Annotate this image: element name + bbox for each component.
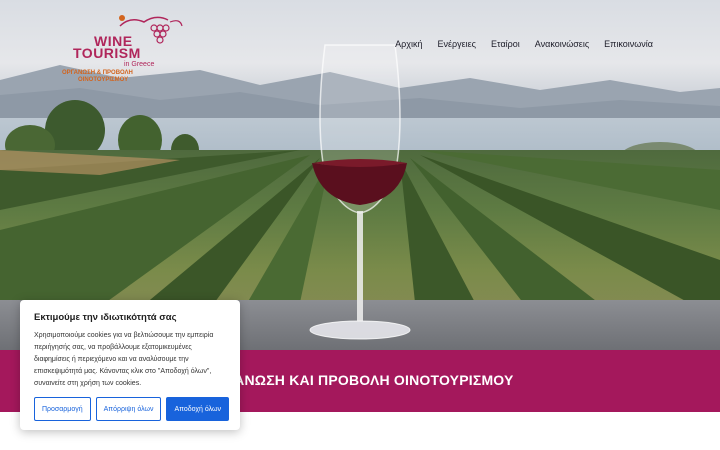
cookie-title: Εκτιμούμε την ιδιωτικότητά σας [34, 312, 177, 323]
nav-item-contact[interactable]: Επικοινωνία [604, 39, 653, 49]
reject-all-button[interactable]: Απόρριψη όλων [95, 397, 162, 421]
logo-in-greece-text: in Greece [124, 61, 155, 68]
cookie-consent-dialog: Εκτιμούμε την ιδιωτικότητά σας Χρησιμοπο… [20, 300, 240, 430]
nav-item-home[interactable]: Αρχική [395, 39, 422, 49]
wine-glass [309, 44, 411, 340]
cookie-buttons: Προσαρμογή Απόρριψη όλων Αποδοχή όλων [34, 397, 229, 421]
logo-subtitle-line1: ΟΡΓΑΝΩΣΗ & ΠΡΟΒΟΛΗ [62, 70, 133, 76]
cookie-description: Χρησιμοποιούμε cookies για να βελτιώσουμ… [34, 332, 214, 387]
logo-tourism-text: TOURISM [73, 45, 141, 61]
customize-button[interactable]: Προσαρμογή [34, 397, 91, 421]
nav-item-announcements[interactable]: Ανακοινώσεις [535, 39, 589, 49]
site-logo[interactable]: WINE TOURISM in Greece ΟΡΓΑΝΩΣΗ & ΠΡΟΒΟΛ… [60, 12, 190, 83]
nav-item-partners[interactable]: Εταίροι [491, 39, 520, 49]
logo-subtitle-line2: ΟΙΝΟΤΟΥΡΙΣΜΟΥ [78, 77, 129, 83]
accept-all-button[interactable]: Αποδοχή όλων [166, 397, 229, 421]
main-nav: Αρχική Ενέργειες Εταίροι Ανακοινώσεις Επ… [395, 39, 653, 49]
nav-item-actions[interactable]: Ενέργειες [438, 39, 477, 49]
